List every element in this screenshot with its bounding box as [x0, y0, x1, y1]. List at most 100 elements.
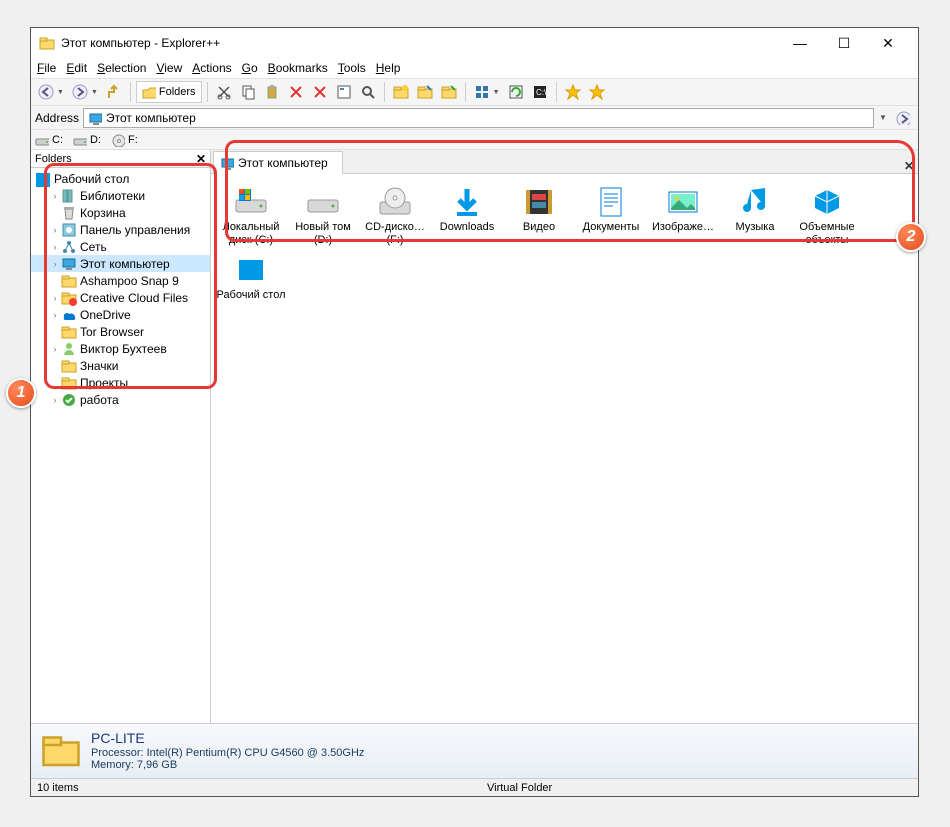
expand-arrow[interactable]: › [49, 259, 61, 269]
tree-item[interactable]: Корзина [31, 204, 210, 221]
tab-this-pc[interactable]: Этот компьютер [213, 151, 343, 174]
address-input[interactable]: Этот компьютер [83, 108, 874, 128]
tab-close[interactable]: ✕ [343, 159, 918, 173]
menu-tools[interactable]: Tools [338, 61, 366, 75]
user-icon [61, 341, 77, 357]
tree-item[interactable]: ›Виктор Бухтеев [31, 340, 210, 357]
file-item[interactable]: Объемные объекты [791, 182, 863, 250]
file-item[interactable]: Документы [575, 182, 647, 250]
svg-text:C:\: C:\ [536, 88, 547, 97]
properties-button[interactable] [333, 81, 355, 103]
menu-edit[interactable]: Edit [66, 61, 87, 75]
drive-d[interactable]: D: [73, 133, 101, 147]
folders-toggle[interactable]: Folders [136, 81, 202, 103]
tree-item[interactable]: Tor Browser [31, 323, 210, 340]
refresh-button[interactable] [505, 81, 527, 103]
menubar: File Edit Selection View Actions Go Book… [31, 58, 918, 78]
app-icon [39, 35, 55, 51]
music-icon [737, 186, 773, 218]
file-item[interactable]: Видео [503, 182, 575, 250]
address-dropdown[interactable]: ▼ [874, 109, 892, 127]
content-area: Этот компьютер ✕ Локальный диск (C:)Новы… [211, 150, 918, 723]
desktop-icon [233, 254, 269, 286]
cut-button[interactable] [213, 81, 235, 103]
ccloud-icon [61, 290, 77, 306]
delete-perm-button[interactable] [309, 81, 331, 103]
tree-item[interactable]: Проекты [31, 374, 210, 391]
expand-arrow[interactable]: › [49, 242, 61, 252]
info-processor: Processor: Intel(R) Pentium(R) CPU G4560… [91, 747, 364, 759]
views-dropdown[interactable]: ▼ [493, 89, 500, 96]
tree-item[interactable]: Значки [31, 357, 210, 374]
expand-arrow[interactable]: › [49, 191, 61, 201]
folders-panel-close[interactable]: ✕ [196, 152, 206, 166]
tree-item[interactable]: ›Панель управления [31, 221, 210, 238]
file-item[interactable]: Downloads [431, 182, 503, 250]
expand-arrow[interactable]: › [49, 293, 61, 303]
video-icon [521, 186, 557, 218]
file-item[interactable]: Новый том (D:) [287, 182, 359, 250]
copy-button[interactable] [237, 81, 259, 103]
folder-icon [61, 273, 77, 289]
drive-c[interactable]: C: [35, 133, 63, 147]
menu-file[interactable]: File [37, 61, 56, 75]
tree-item[interactable]: Ashampoo Snap 9 [31, 272, 210, 289]
tree-item[interactable]: ›Creative Cloud Files [31, 289, 210, 306]
tree-item[interactable]: ›Этот компьютер [31, 255, 210, 272]
delete-button[interactable] [285, 81, 307, 103]
newfolder-button[interactable] [390, 81, 412, 103]
folders-panel-header: Folders ✕ [31, 150, 210, 168]
add-bookmark-button[interactable] [586, 81, 608, 103]
bookmark-button[interactable] [562, 81, 584, 103]
pc-icon [61, 256, 77, 272]
menu-selection[interactable]: Selection [97, 61, 146, 75]
file-item[interactable]: Локальный диск (C:) [215, 182, 287, 250]
forward-dropdown[interactable]: ▼ [91, 89, 98, 96]
3d-icon [809, 186, 845, 218]
back-dropdown[interactable]: ▼ [57, 89, 64, 96]
tree-root[interactable]: Рабочий стол [31, 170, 210, 187]
tree-item[interactable]: ›Сеть [31, 238, 210, 255]
app-window: Этот компьютер - Explorer++ — ☐ ✕ File E… [30, 27, 919, 797]
views-button[interactable] [471, 81, 493, 103]
tree-item[interactable]: ›Библиотеки [31, 187, 210, 204]
search-button[interactable] [357, 81, 379, 103]
file-item[interactable]: CD-диско… (F:) [359, 182, 431, 250]
moveto-button[interactable] [438, 81, 460, 103]
copyto-button[interactable] [414, 81, 436, 103]
forward-button[interactable] [69, 81, 91, 103]
menu-view[interactable]: View [156, 61, 182, 75]
drive-f[interactable]: F: [111, 133, 138, 147]
status-type: Virtual Folder [487, 782, 552, 794]
file-item[interactable]: Изображе… [647, 182, 719, 250]
up-button[interactable] [103, 81, 125, 103]
image-icon [665, 186, 701, 218]
expand-arrow[interactable]: › [49, 344, 61, 354]
maximize-button[interactable]: ☐ [822, 28, 866, 58]
expand-arrow[interactable]: › [49, 310, 61, 320]
menu-go[interactable]: Go [242, 61, 258, 75]
statusbar: 10 items Virtual Folder [31, 778, 918, 796]
icons-view[interactable]: Локальный диск (C:)Новый том (D:)CD-диск… [211, 174, 918, 723]
paste-button[interactable] [261, 81, 283, 103]
folder-tree: Рабочий стол ›БиблиотекиКорзина›Панель у… [31, 168, 210, 410]
info-memory: Memory: 7,96 GB [91, 759, 364, 771]
terminal-button[interactable]: C:\ [529, 81, 551, 103]
file-item[interactable]: Рабочий стол [215, 250, 287, 306]
menu-actions[interactable]: Actions [192, 61, 231, 75]
go-button[interactable] [892, 108, 914, 128]
expand-arrow[interactable]: › [49, 225, 61, 235]
toolbar: ▼ ▼ Folders ▼ C:\ [31, 78, 918, 106]
tree-item[interactable]: ›работа [31, 391, 210, 408]
back-button[interactable] [35, 81, 57, 103]
folders-panel: Folders ✕ Рабочий стол ›БиблиотекиКорзин… [31, 150, 211, 723]
tree-item[interactable]: ›OneDrive [31, 306, 210, 323]
sync-icon [61, 392, 77, 408]
minimize-button[interactable]: — [778, 28, 822, 58]
menu-help[interactable]: Help [376, 61, 401, 75]
annotation-badge-2: 2 [896, 222, 926, 252]
menu-bookmarks[interactable]: Bookmarks [268, 61, 328, 75]
expand-arrow[interactable]: › [49, 395, 61, 405]
file-item[interactable]: Музыка [719, 182, 791, 250]
close-button[interactable]: ✕ [866, 28, 910, 58]
